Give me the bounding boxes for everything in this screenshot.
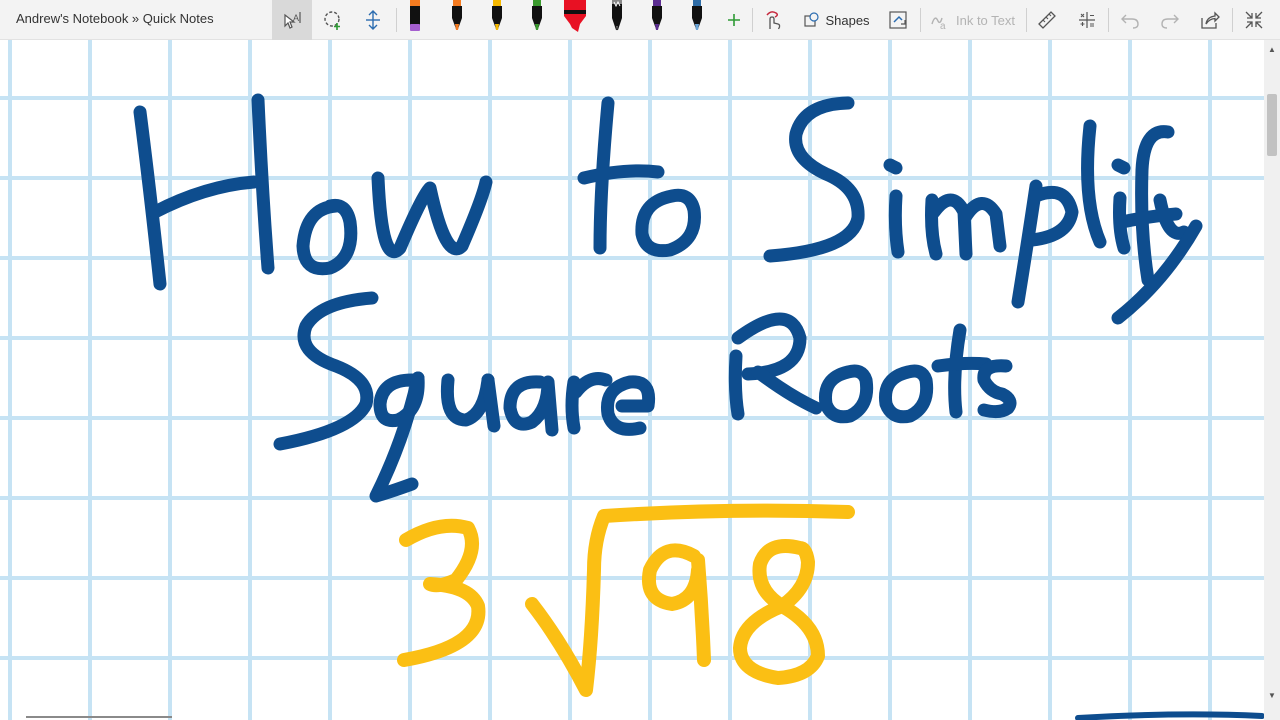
vertical-scrollbar[interactable]: ▲ ▼ [1264, 40, 1280, 720]
ink-title-line-2[interactable] [273, 291, 1017, 503]
note-canvas-grid[interactable] [0, 40, 1264, 720]
pen-yellow[interactable] [484, 0, 510, 40]
ink-to-shape-button[interactable] [882, 0, 914, 40]
undo-button[interactable] [1114, 0, 1146, 40]
pen-red-highlighter[interactable] [560, 0, 590, 40]
full-page-view-button[interactable] [1238, 0, 1270, 40]
lasso-select-icon [324, 11, 340, 30]
draw-with-touch-button[interactable] [758, 0, 788, 40]
ink-to-text-label: Ink to Text [955, 12, 1015, 28]
share-icon [1201, 11, 1220, 29]
undo-icon [1121, 14, 1139, 29]
ink-to-text-button[interactable]: a Ink to Text [926, 0, 1018, 40]
toolbar-separator [920, 8, 921, 32]
pen-icon [492, 0, 502, 30]
ruler-button[interactable] [1032, 0, 1062, 40]
shapes-icon [804, 12, 820, 27]
add-space-icon [366, 10, 380, 30]
collapse-arrows-icon [1245, 11, 1263, 29]
toolbar-separator [752, 8, 753, 32]
shapes-button[interactable]: Shapes [800, 0, 872, 40]
pen-orange[interactable] [444, 0, 470, 40]
pen-icon [452, 0, 462, 30]
ink-layer [133, 93, 1264, 720]
pen-icon [692, 0, 702, 30]
pencil-tool[interactable] [604, 0, 630, 40]
horizontal-scroll-indicator[interactable] [26, 716, 172, 718]
highlighter-icon [564, 0, 586, 32]
svg-text:A: A [293, 13, 299, 23]
scroll-down-icon[interactable]: ▼ [1264, 688, 1280, 702]
toolbar-separator [1232, 8, 1233, 32]
redo-button[interactable] [1154, 0, 1186, 40]
pen-purple-highlighter[interactable] [402, 0, 428, 40]
pen-galaxy[interactable] [684, 0, 710, 40]
pen-icon [652, 0, 662, 30]
ink-to-shape-icon [889, 11, 907, 29]
math-icon [1079, 12, 1095, 28]
ruler-icon [1038, 11, 1056, 29]
ink-title-line-1[interactable] [133, 93, 1203, 325]
pen-icon [532, 0, 542, 30]
ink-to-text-icon: a [931, 17, 946, 31]
pen-purple[interactable] [644, 0, 670, 40]
add-space-button[interactable] [354, 0, 392, 40]
add-pen-button[interactable] [722, 0, 746, 40]
lasso-type-icon: A [284, 12, 301, 29]
pencil-icon [612, 0, 622, 31]
ink-math-expression[interactable] [397, 503, 855, 697]
shapes-label: Shapes [825, 12, 870, 28]
scroll-up-icon[interactable]: ▲ [1264, 42, 1280, 56]
svg-text:a: a [940, 21, 946, 31]
breadcrumb[interactable]: Andrew's Notebook » Quick Notes [16, 11, 214, 26]
draw-ribbon: Andrew's Notebook » Quick Notes A Shapes… [0, 0, 1280, 40]
highlighter-icon [410, 0, 420, 31]
scroll-thumb[interactable] [1267, 94, 1277, 156]
type-select-tool-button[interactable]: A [272, 0, 312, 40]
share-button[interactable] [1194, 0, 1226, 40]
ink-stroke-fragment[interactable] [1075, 711, 1264, 720]
touch-draw-icon [766, 11, 781, 30]
redo-icon [1161, 14, 1179, 29]
toolbar-separator [1026, 8, 1027, 32]
toolbar-separator [396, 8, 397, 32]
toolbar-separator [1108, 8, 1109, 32]
onenote-window: Andrew's Notebook » Quick Notes A Shapes… [0, 0, 1280, 720]
math-button[interactable] [1072, 0, 1102, 40]
plus-icon [728, 14, 740, 26]
pen-green[interactable] [524, 0, 550, 40]
lasso-select-button[interactable] [314, 0, 352, 40]
